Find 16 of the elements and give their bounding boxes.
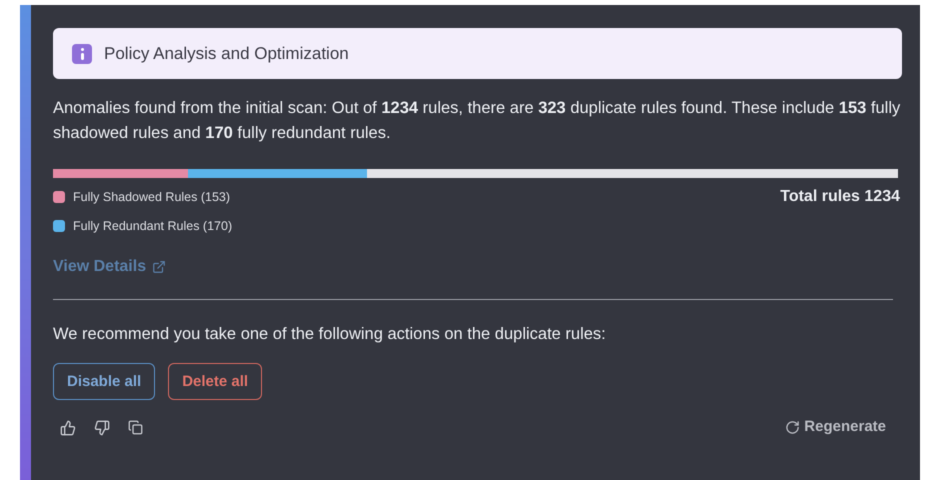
external-link-icon bbox=[152, 260, 166, 274]
banner-title: Policy Analysis and Optimization bbox=[104, 42, 349, 65]
summary-text: Anomalies found from the initial scan: Out of 1234 rules, there are 323 duplicate rules found. These include 153 fully shadowed rules and 170 fully redundant rules. bbox=[53, 98, 902, 144]
regenerate-button[interactable]: Regenerate bbox=[785, 416, 886, 439]
legend-label: Fully Shadowed Rules (153) bbox=[73, 189, 230, 206]
thumbs-down-icon[interactable] bbox=[94, 420, 110, 436]
action-button[interactable]: Disable all bbox=[53, 363, 156, 400]
info-icon bbox=[72, 44, 92, 64]
refresh-icon bbox=[785, 420, 800, 435]
view-details-link[interactable]: View Details bbox=[53, 254, 166, 278]
recommendation-text: We recommend you take one of the following actions on the duplicate rules: bbox=[53, 324, 607, 344]
legend-label: Fully Redundant Rules (170) bbox=[73, 218, 232, 235]
action-button[interactable]: Delete all bbox=[168, 363, 262, 400]
copy-icon[interactable] bbox=[128, 420, 143, 434]
total-rules: Total rules 1234 bbox=[780, 187, 900, 207]
thumbs-up-icon[interactable] bbox=[60, 420, 76, 436]
